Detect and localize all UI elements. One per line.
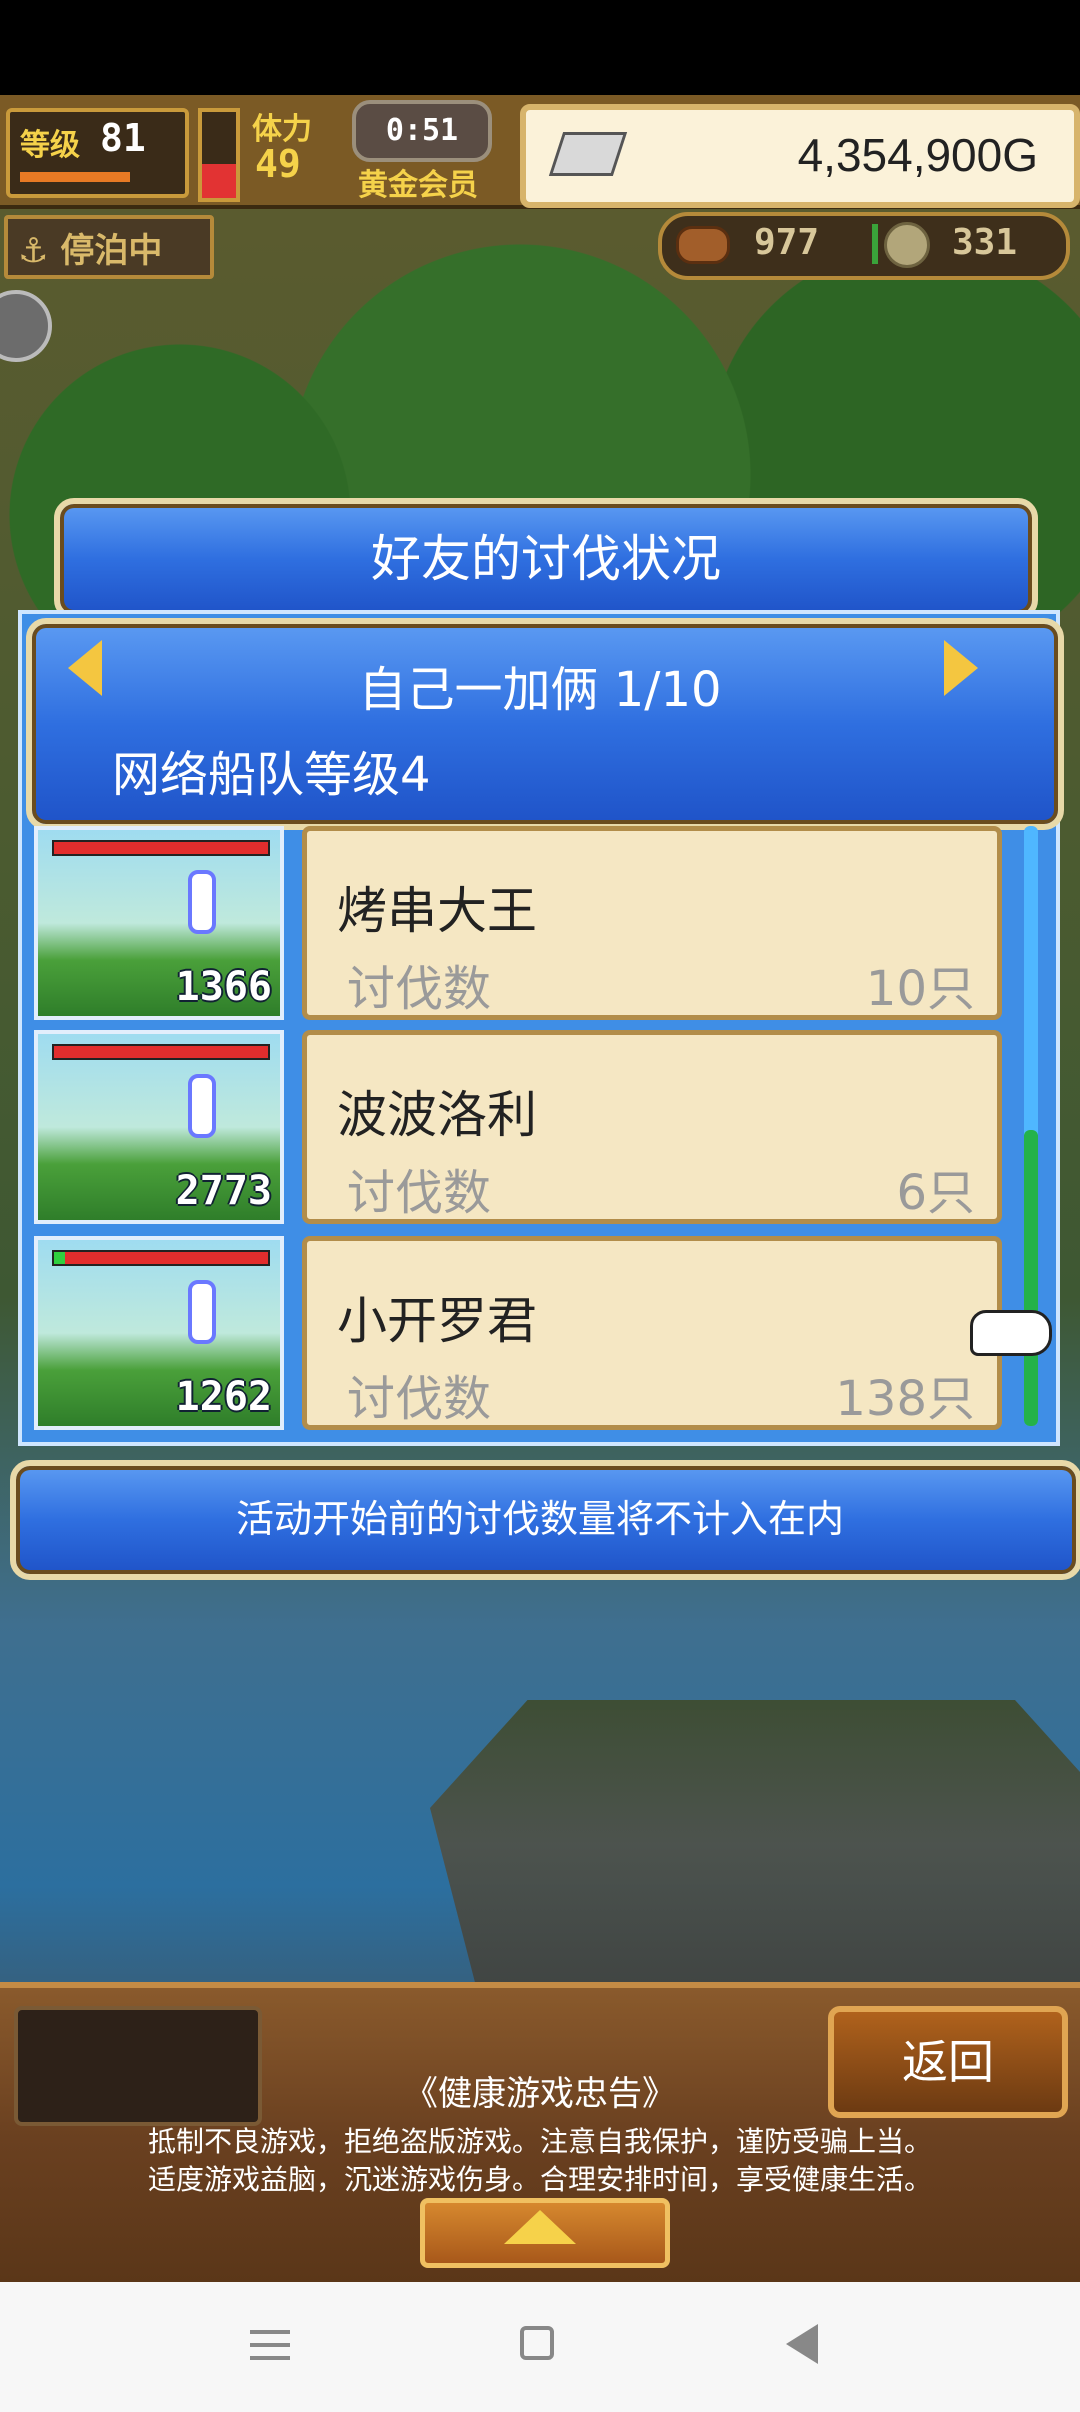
stamina-value: 49 — [255, 142, 301, 186]
back-icon[interactable] — [786, 2324, 818, 2364]
monster-thumbnail[interactable]: 2773 — [34, 1030, 284, 1224]
hp-gauge — [198, 108, 240, 202]
monster-hp-bar — [52, 840, 270, 856]
monster-thumbnail[interactable]: 1262 — [34, 1236, 284, 1430]
resource-divider — [872, 224, 878, 264]
money-bar-icon — [548, 132, 628, 176]
kill-count: 138只 — [835, 1371, 975, 1427]
monster-count: 1366 — [175, 964, 272, 1010]
notice-text: 活动开始前的讨伐数量将不计入在内 — [235, 1497, 844, 1541]
monster-marker-icon — [188, 1280, 216, 1344]
kill-count: 10只 — [865, 961, 975, 1017]
list-item[interactable]: 烤串大王 讨伐数 10只 — [302, 826, 1002, 1020]
pointing-hand-icon — [970, 1310, 1052, 1356]
monster-marker-icon — [188, 870, 216, 934]
health-notice-line: 抵制不良游戏，拒绝盗版游戏。注意自我保护，谨防受骗上当。 — [147, 2125, 932, 2158]
timer: 0:51 — [352, 100, 492, 162]
kill-count-label: 讨伐数 — [347, 1165, 492, 1221]
health-notice-title: 《健康游戏忠告》 — [404, 2074, 676, 2114]
player-name: 烤串大王 — [337, 882, 537, 940]
dialog-title-panel: 好友的讨伐状况 — [54, 498, 1038, 620]
hp-gauge-fill — [202, 163, 236, 198]
monster-hp-bar — [52, 1250, 270, 1266]
wood-icon — [676, 226, 730, 264]
monster-count: 1262 — [175, 1374, 272, 1420]
ore-count: 331 — [952, 222, 1018, 263]
fleet-level: 网络船队等级4 — [112, 747, 431, 803]
money-value: 4,354,900G — [797, 129, 1038, 181]
list-item[interactable]: 小开罗君 讨伐数 138只 — [302, 1236, 1002, 1430]
monster-hp-fill — [54, 842, 268, 854]
monster-marker-icon — [188, 1074, 216, 1138]
menu-icon[interactable] — [250, 2330, 290, 2360]
list-item[interactable]: 波波洛利 讨伐数 6只 — [302, 1030, 1002, 1224]
level-value: 81 — [100, 116, 146, 160]
health-notice-line: 适度游戏益脑，沉迷游戏伤身。合理安排时间，享受健康生活。 — [147, 2163, 932, 2196]
money-panel: 4,354,900G — [520, 104, 1080, 208]
player-name: 波波洛利 — [337, 1086, 537, 1144]
level-panel: 等级 81 — [6, 108, 189, 198]
kill-count-label: 讨伐数 — [347, 961, 492, 1017]
membership-badge[interactable]: 黄金会员 — [358, 160, 478, 204]
monster-count: 2773 — [175, 1168, 272, 1214]
ship-status[interactable]: ⚓ 停泊中 — [4, 215, 214, 279]
monster-hp-bar — [52, 1044, 270, 1060]
wood-count: 977 — [754, 222, 820, 263]
monster-hp-fill — [54, 1252, 65, 1264]
resource-panel: 977 331 — [658, 212, 1070, 280]
player-name: 小开罗君 — [337, 1292, 537, 1350]
ore-icon — [884, 222, 930, 268]
kill-count-label: 讨伐数 — [347, 1371, 492, 1427]
experience-bar — [20, 172, 130, 182]
dialog-title: 好友的讨伐状况 — [371, 530, 721, 588]
level-label: 等级 — [20, 128, 80, 163]
home-icon[interactable] — [520, 2326, 554, 2360]
monster-thumbnail[interactable]: 1366 — [34, 826, 284, 1020]
ship-status-label: 停泊中 — [60, 231, 163, 271]
scrollbar-thumb[interactable] — [1024, 1130, 1038, 1426]
arrow-up-icon — [504, 2210, 576, 2244]
monster-hp-fill — [54, 1046, 268, 1058]
friend-name: 自己一加俩 1/10 — [358, 662, 722, 718]
kill-count: 6只 — [896, 1165, 975, 1221]
